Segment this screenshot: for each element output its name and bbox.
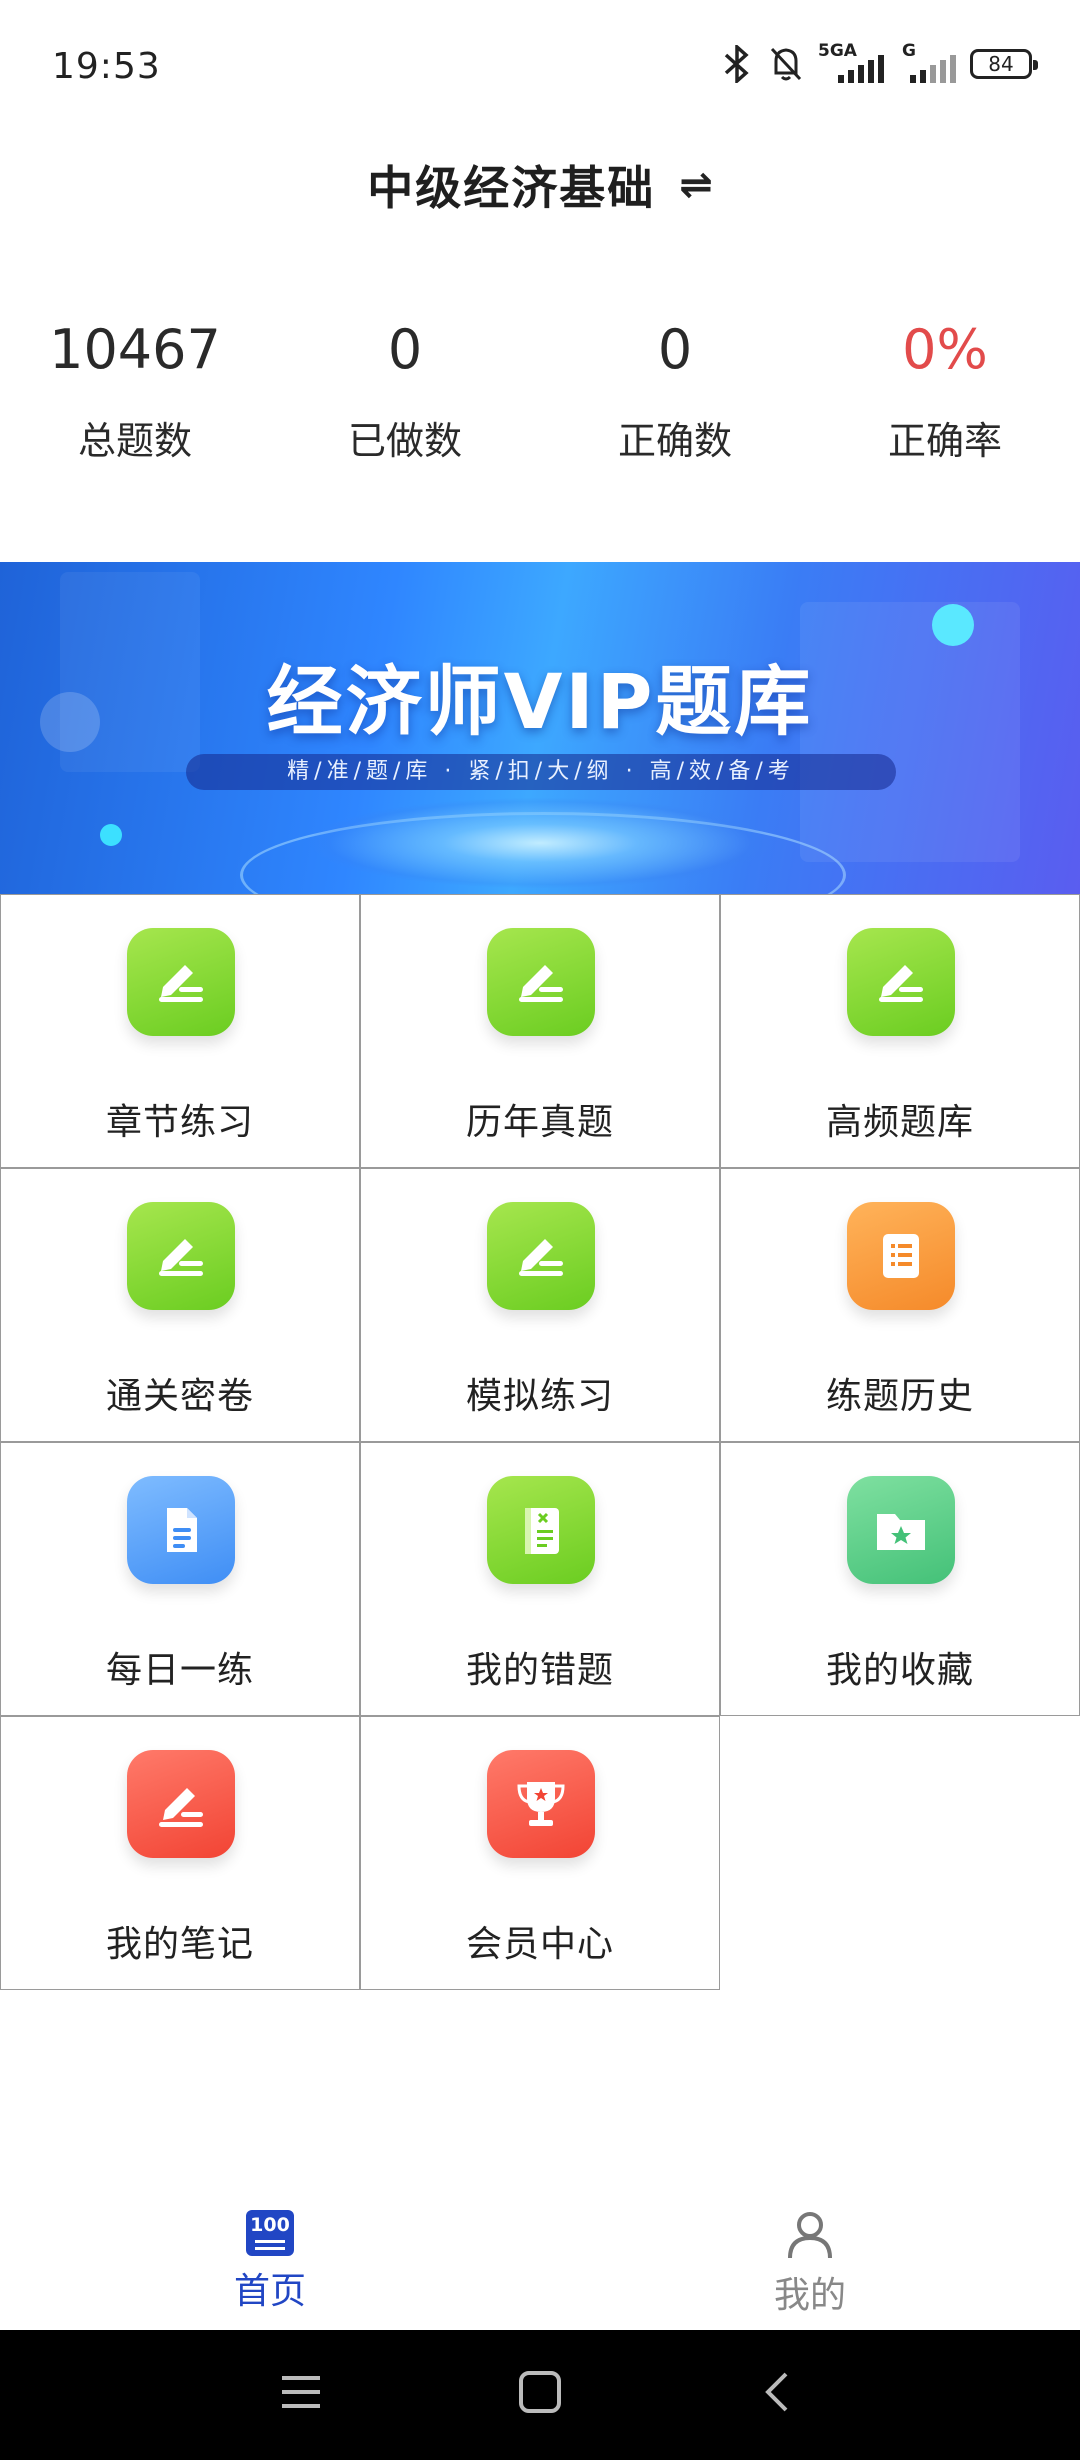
notebook-icon [487,1476,595,1584]
banner-platform [310,798,770,888]
star-folder-icon [847,1476,955,1584]
stat-value: 0 [387,318,423,381]
home-badge: 100 [250,2214,290,2236]
status-time: 19:53 [52,46,161,87]
home-square-icon[interactable] [518,2370,562,2414]
stat-label: 总题数 [77,419,192,463]
nav-home[interactable]: 100 首页 [0,2196,540,2330]
stat-value: 0% [902,318,988,381]
grid-item-label: 章节练习 [105,1102,254,1143]
grid-item-label: 每日一练 [105,1650,254,1691]
grid-item-label: 我的收藏 [825,1650,974,1691]
grid-item-chapter-practice[interactable]: 章节练习 [0,894,360,1168]
edit-icon [847,928,955,1036]
edit-icon [127,1202,235,1310]
stats-row: 10467 总题数 0 已做数 0 正确数 0% 正确率 [0,320,1080,480]
stat-label: 正确数 [617,419,732,463]
bluetooth-icon [724,45,749,83]
banner-subtitle: 精/准/题/库 · 紧/扣/大/纲 · 高/效/备/考 [186,754,896,790]
stat-value: 0 [657,318,693,381]
stat-value: 10467 [49,318,221,381]
edit-icon [127,928,235,1036]
document-icon [127,1476,235,1584]
status-bar: 19:53 5GA G 84 [0,0,1080,135]
scroll-icon [847,1202,955,1310]
grid-item-label: 我的错题 [465,1650,614,1691]
grid-item-label: 会员中心 [465,1924,614,1965]
page-title: 中级经济基础 [367,161,656,215]
grid-item-label: 高频题库 [825,1102,974,1143]
bottom-nav: 100 首页 我的 [0,2196,1080,2330]
back-icon[interactable] [762,2370,792,2414]
banner-title: 经济师VIP题库 [266,657,814,746]
edit-icon [487,1202,595,1310]
banner-dot [100,824,122,846]
mute-bell-icon [770,47,802,81]
pen-icon [127,1750,235,1858]
grid-item-my-favorites[interactable]: 我的收藏 [720,1442,1080,1716]
nav-mine-label: 我的 [773,2275,846,2316]
grid-item-daily-practice[interactable]: 每日一练 [0,1442,360,1716]
stat-rate: 0% 正确率 [810,320,1080,480]
battery-level: 84 [988,52,1014,76]
stat-correct: 0 正确数 [540,320,810,480]
stat-label: 已做数 [347,419,462,463]
user-icon [788,2212,832,2259]
system-nav-bar [0,2330,1080,2460]
grid-item-label: 模拟练习 [465,1376,614,1417]
grid-item-my-mistakes[interactable]: 我的错题 [360,1442,720,1716]
grid-item-label: 练题历史 [825,1376,974,1417]
grid-item-high-frequency[interactable]: 高频题库 [720,894,1080,1168]
edit-icon [487,928,595,1036]
grid-item-label: 历年真题 [465,1102,614,1143]
signal-icon: 5GA [818,41,888,83]
nav-mine[interactable]: 我的 [540,2196,1080,2330]
menu-icon[interactable] [280,2370,322,2414]
grid-item-secret-papers[interactable]: 通关密卷 [0,1168,360,1442]
status-icons: 5GA G 84 [720,41,1038,84]
battery-icon: 84 [970,49,1038,79]
vip-banner[interactable]: 经济师VIP题库 精/准/题/库 · 紧/扣/大/纲 · 高/效/备/考 [0,562,1080,896]
grid-item-practice-history[interactable]: 练题历史 [720,1168,1080,1442]
switch-subject-icon[interactable]: ⇌ [679,162,713,208]
grid-item-my-notes[interactable]: 我的笔记 [0,1716,360,1990]
stat-label: 正确率 [887,419,1002,463]
stat-total: 10467 总题数 [0,320,270,480]
grid-item-label: 通关密卷 [105,1376,254,1417]
grid-item-past-exams[interactable]: 历年真题 [360,894,720,1168]
stat-done: 0 已做数 [270,320,540,480]
grid-item-label: 我的笔记 [105,1924,254,1965]
signal-icon-2: G [902,41,956,83]
grid-item-mock-practice[interactable]: 模拟练习 [360,1168,720,1442]
home-icon: 100 [246,2210,294,2256]
trophy-icon [487,1750,595,1858]
header: 中级经济基础 ⇌ [0,135,1080,235]
nav-home-label: 首页 [233,2271,306,2312]
grid-item-member-center[interactable]: 会员中心 [360,1716,720,1990]
